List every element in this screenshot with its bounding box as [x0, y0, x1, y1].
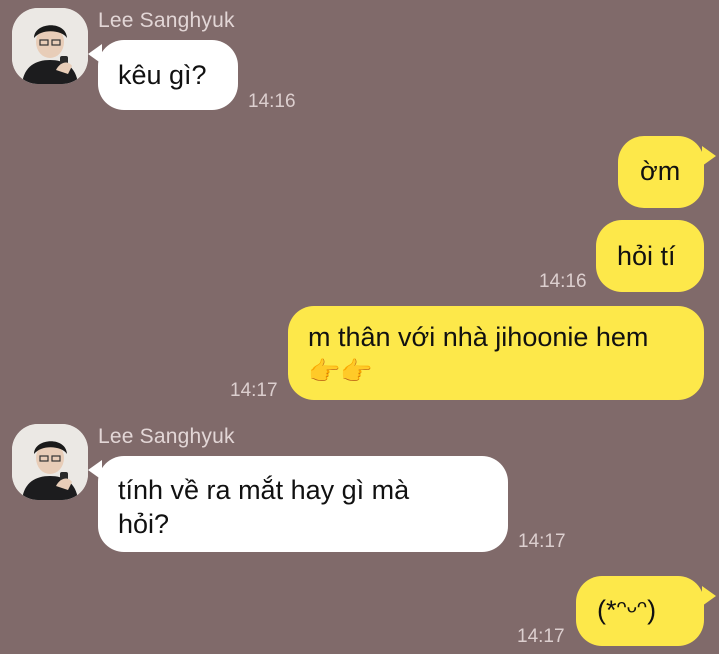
message-bubble-incoming[interactable]: kêu gì?	[98, 40, 238, 110]
contact-avatar[interactable]	[12, 424, 88, 500]
message-bubble-outgoing[interactable]: hỏi tí	[596, 220, 704, 292]
message-time: 14:16	[539, 271, 587, 292]
message-time: 14:17	[230, 380, 278, 401]
bubble-tail	[702, 586, 716, 606]
sender-name: Lee Sanghyuk	[98, 425, 235, 448]
message-bubble-outgoing[interactable]: ờm	[618, 136, 704, 208]
message-bubble-incoming[interactable]: tính về ra mắt hay gì mà hỏi?	[98, 456, 508, 552]
message-time: 14:16	[248, 91, 296, 112]
message-time: 14:17	[517, 626, 565, 647]
chat-conversation: Lee Sanghyuk kêu gì? 14:16 ờm hỏi tí 14:…	[0, 0, 719, 654]
message-text-line-2: hỏi?	[118, 509, 170, 539]
message-text-line-1: tính về ra mắt hay gì mà	[118, 475, 410, 505]
avatar-photo	[12, 8, 88, 84]
contact-avatar[interactable]	[12, 8, 88, 84]
message-text: hỏi tí	[617, 241, 676, 271]
message-text: m thân với nhà jihoonie hem	[308, 322, 649, 352]
sender-name: Lee Sanghyuk	[98, 9, 235, 32]
bubble-tail	[702, 146, 716, 166]
message-time: 14:17	[518, 531, 566, 552]
message-text: ờm	[640, 156, 681, 186]
pointing-hands-emoji: 👉👉	[308, 356, 373, 386]
avatar-photo	[12, 424, 88, 500]
message-bubble-outgoing[interactable]: (*ᵔᵕᵔ)	[576, 576, 704, 646]
message-text: kêu gì?	[118, 60, 207, 90]
message-text: (*ᵔᵕᵔ)	[597, 595, 657, 625]
message-bubble-outgoing[interactable]: m thân với nhà jihoonie hem 👉👉	[288, 306, 704, 400]
